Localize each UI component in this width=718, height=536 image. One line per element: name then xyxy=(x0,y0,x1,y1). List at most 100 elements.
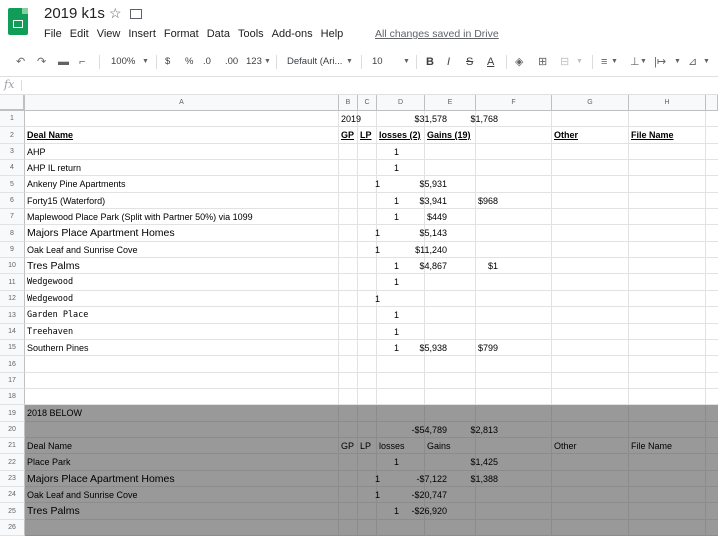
cell-a3[interactable]: AHP xyxy=(27,144,46,160)
row-header-17[interactable]: 17 xyxy=(0,373,25,389)
cell-e23[interactable]: $1,388 xyxy=(470,471,498,487)
column-header-h[interactable]: H xyxy=(629,95,706,111)
cell-a24[interactable]: Oak Leaf and Sunrise Cove xyxy=(27,487,138,503)
cell-d6[interactable]: $3,941 xyxy=(419,193,447,209)
cell-c7[interactable]: 1 xyxy=(394,209,399,225)
cell-c25[interactable]: 1 xyxy=(394,503,399,520)
row-header-12[interactable]: 12 xyxy=(0,291,25,307)
text-wrap-icon[interactable]: |↦ xyxy=(654,48,666,76)
valign-bottom-icon[interactable]: ⊥ xyxy=(630,48,640,76)
cell-d7[interactable]: $449 xyxy=(427,209,447,225)
cell-d15[interactable]: $5,938 xyxy=(419,340,447,356)
cell-a9[interactable]: Oak Leaf and Sunrise Cove xyxy=(27,242,138,258)
menu-help[interactable]: Help xyxy=(321,28,344,40)
align-left-icon[interactable]: ≡ xyxy=(601,48,607,76)
cell-a2[interactable]: Deal Name xyxy=(27,127,73,144)
column-header-c[interactable]: C xyxy=(358,95,377,111)
cell-h2[interactable]: File Name xyxy=(631,127,674,144)
currency-format-button[interactable]: $ xyxy=(165,48,170,76)
cell-d8[interactable]: $5,143 xyxy=(419,225,447,242)
row-header-7[interactable]: 7 xyxy=(0,209,25,225)
print-icon[interactable]: ▬ xyxy=(58,48,69,76)
row-header-4[interactable]: 4 xyxy=(0,160,25,176)
cell-a21[interactable]: Deal Name xyxy=(27,438,72,454)
cell-a5[interactable]: Ankeny Pine Apartments xyxy=(27,176,126,193)
cell-g21[interactable]: Other xyxy=(554,438,577,454)
column-header-f[interactable]: F xyxy=(476,95,552,111)
cell-b8[interactable]: 1 xyxy=(375,225,380,242)
undo-icon[interactable]: ↶ xyxy=(16,48,25,76)
row-header-9[interactable]: 9 xyxy=(0,242,25,258)
row-header-5[interactable]: 5 xyxy=(0,176,25,193)
cell-e22[interactable]: $1,425 xyxy=(470,454,498,471)
row-header-6[interactable]: 6 xyxy=(0,193,25,209)
zoom-select[interactable]: 100% xyxy=(111,48,135,76)
bold-button[interactable]: B xyxy=(426,48,434,76)
menu-addons[interactable]: Add-ons xyxy=(272,28,313,40)
cell-c13[interactable]: 1 xyxy=(394,307,399,324)
row-header-15[interactable]: 15 xyxy=(0,340,25,356)
cell-d5[interactable]: $5,931 xyxy=(419,176,447,193)
increase-decimal-button[interactable]: .00 xyxy=(225,48,238,76)
document-title[interactable]: 2019 k1s xyxy=(44,5,105,22)
column-header-a[interactable]: A xyxy=(25,95,339,111)
merge-cells-icon[interactable]: ⊟ xyxy=(560,48,569,76)
cell-d23[interactable]: -$7,122 xyxy=(416,471,447,487)
row-header-16[interactable]: 16 xyxy=(0,356,25,373)
row-header-11[interactable]: 11 xyxy=(0,274,25,291)
cell-g2[interactable]: Other xyxy=(554,127,578,144)
decrease-decimal-button[interactable]: .0 xyxy=(203,48,211,76)
cell-b21[interactable]: GP xyxy=(341,438,354,454)
cell-d9[interactable]: $11,240 xyxy=(415,242,447,258)
chevron-down-icon[interactable]: ▼ xyxy=(264,48,271,76)
row-header-2[interactable]: 2 xyxy=(0,127,25,144)
cell-a15[interactable]: Southern Pines xyxy=(27,340,89,356)
cell-a4[interactable]: AHP IL return xyxy=(27,160,81,176)
row-header-10[interactable]: 10 xyxy=(0,258,25,274)
row-header-18[interactable]: 18 xyxy=(0,389,25,405)
column-header-g[interactable]: G xyxy=(552,95,629,111)
menu-data[interactable]: Data xyxy=(207,28,230,40)
cell-b23[interactable]: 1 xyxy=(375,471,380,487)
cell-a23[interactable]: Majors Place Apartment Homes xyxy=(27,471,175,487)
sheets-logo-icon[interactable] xyxy=(8,8,28,35)
chevron-down-icon[interactable]: ▼ xyxy=(142,48,149,76)
font-select[interactable]: Default (Ari... xyxy=(287,48,342,76)
row-header-8[interactable]: 8 xyxy=(0,225,25,242)
row-header-1[interactable]: 1 xyxy=(0,111,25,127)
italic-button[interactable]: I xyxy=(447,48,450,76)
row-header-3[interactable]: 3 xyxy=(0,144,25,160)
menu-format[interactable]: Format xyxy=(164,28,199,40)
select-all-corner[interactable] xyxy=(0,95,25,111)
menu-edit[interactable]: Edit xyxy=(70,28,89,40)
star-icon[interactable]: ☆ xyxy=(109,5,122,22)
cell-a13[interactable]: Garden Place xyxy=(27,307,88,324)
chevron-down-icon[interactable]: ▼ xyxy=(611,48,618,76)
cell-c21[interactable]: LP xyxy=(360,438,371,454)
cell-a22[interactable]: Place Park xyxy=(27,454,71,471)
cell-e20[interactable]: $2,813 xyxy=(470,422,498,438)
cell-a14[interactable]: Treehaven xyxy=(27,324,73,340)
chevron-down-icon[interactable]: ▼ xyxy=(403,48,410,76)
cell-a25[interactable]: Tres Palms xyxy=(27,503,80,520)
cell-b12[interactable]: 1 xyxy=(375,291,380,307)
text-rotation-icon[interactable]: ⊿ xyxy=(688,48,697,76)
cell-e2[interactable]: Gains (19) xyxy=(427,127,471,144)
cell-c22[interactable]: 1 xyxy=(394,454,399,471)
cell-b5[interactable]: 1 xyxy=(375,176,380,193)
chevron-down-icon[interactable]: ▼ xyxy=(640,48,647,76)
column-header-d[interactable]: D xyxy=(377,95,425,111)
redo-icon[interactable]: ↷ xyxy=(37,48,46,76)
cell-c11[interactable]: 1 xyxy=(394,274,399,291)
cell-e10[interactable]: $1 xyxy=(488,258,498,274)
cell-a6[interactable]: Forty15 (Waterford) xyxy=(27,193,105,209)
cell-c4[interactable]: 1 xyxy=(394,160,399,176)
cell-d20[interactable]: -$54,789 xyxy=(411,422,447,438)
cell-c3[interactable]: 1 xyxy=(394,144,399,160)
column-header-e[interactable]: E xyxy=(425,95,476,111)
cell-c2[interactable]: LP xyxy=(360,127,372,144)
row-header-20[interactable]: 20 xyxy=(0,422,25,438)
cell-d1[interactable]: $31,578 xyxy=(414,111,447,127)
row-header-22[interactable]: 22 xyxy=(0,454,25,471)
row-header-14[interactable]: 14 xyxy=(0,324,25,340)
